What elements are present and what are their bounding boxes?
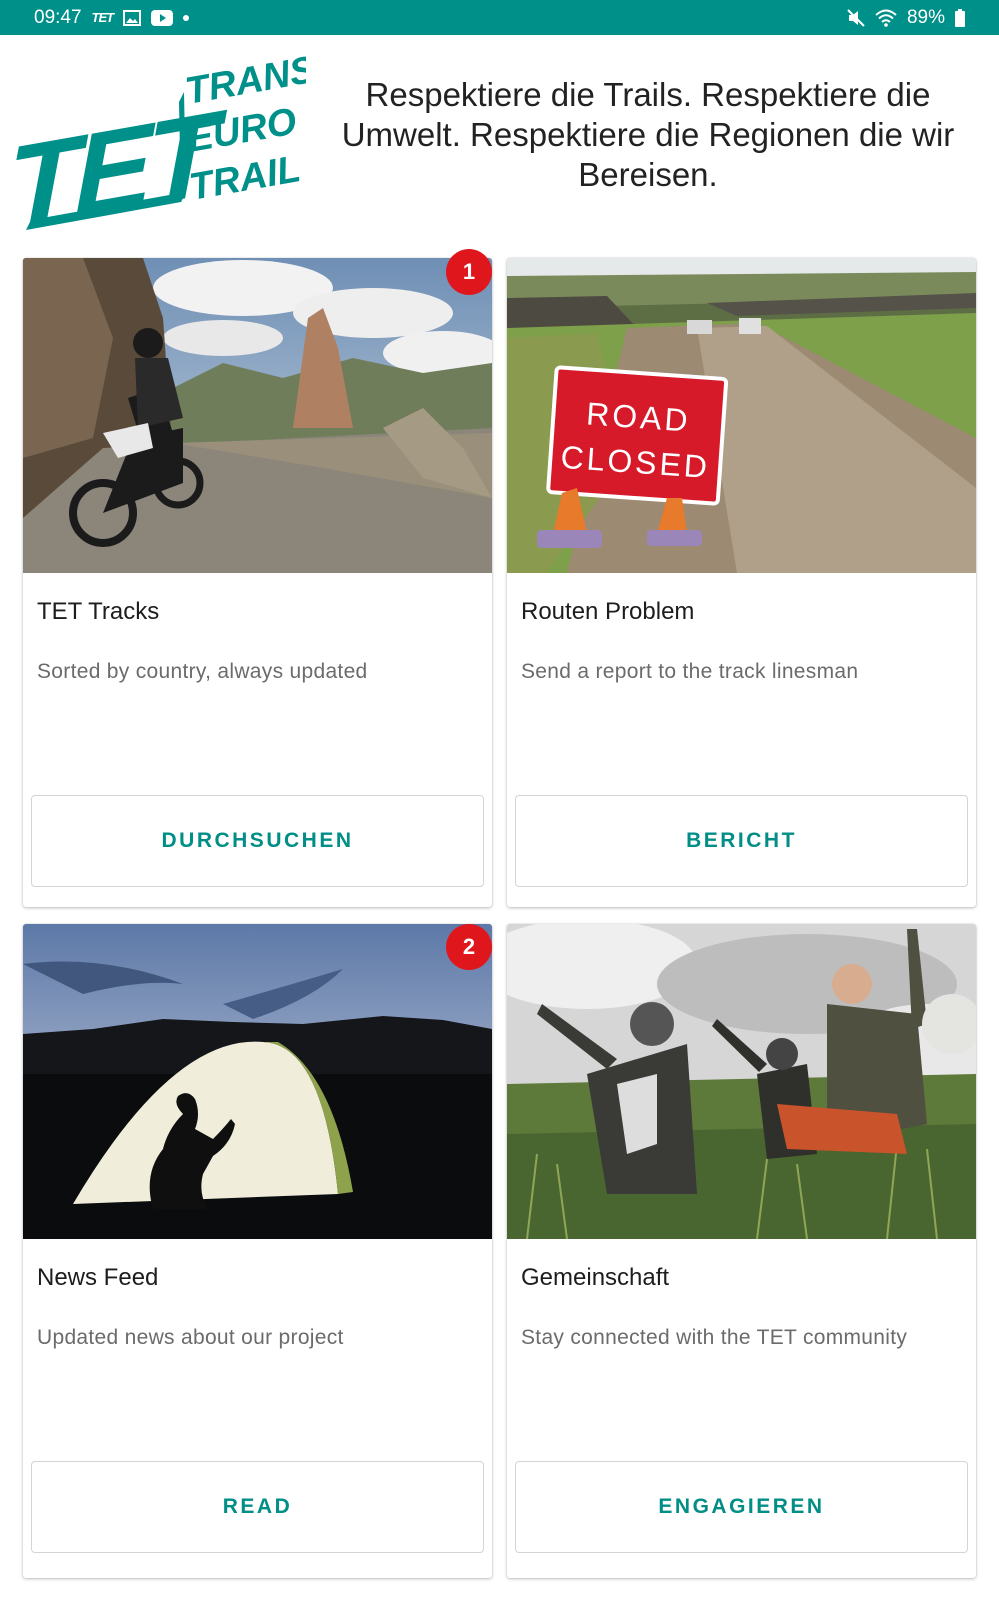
status-time: 09:47 [34, 6, 82, 28]
battery-icon [955, 8, 965, 27]
battery-level: 89% [906, 6, 945, 28]
notification-badge: 2 [446, 924, 492, 970]
card-image-tent [23, 924, 492, 1239]
image-icon [123, 9, 142, 26]
card-description: Updated news about our project [37, 1326, 344, 1349]
header: TET TRANS EURO TRAIL Respektiere die Tra… [0, 35, 999, 256]
youtube-icon [151, 9, 174, 26]
sign-line-1: ROAD [585, 395, 692, 438]
card-title: TET Tracks [37, 598, 160, 625]
tet-logo: TET TRANS EURO TRAIL [6, 49, 318, 256]
card-tet-tracks[interactable]: TET Tracks Sorted by country, always upd… [23, 258, 492, 907]
status-bar: 09:47 TET 89% [0, 0, 999, 35]
tagline: Respektiere die Trails. Respektiere die … [341, 76, 955, 193]
report-button[interactable]: BERICHT [515, 795, 968, 887]
card-routen-problem[interactable]: ROAD CLOSED Routen Problem Send a report… [507, 258, 976, 907]
notification-badge: 1 [446, 249, 492, 295]
card-gemeinschaft[interactable]: Gemeinschaft Stay connected with the TET… [507, 924, 976, 1578]
card-image-motorcycle-trail [23, 258, 492, 573]
card-news-feed[interactable]: News Feed Updated news about our project… [23, 924, 492, 1578]
notification-dot-icon [183, 14, 190, 21]
mute-icon [847, 8, 865, 27]
card-title: News Feed [37, 1264, 159, 1291]
card-description: Sorted by country, always updated [37, 660, 368, 683]
card-title: Routen Problem [521, 598, 695, 625]
card-description: Send a report to the track linesman [521, 660, 859, 683]
engage-button[interactable]: ENGAGIEREN [515, 1461, 968, 1553]
card-title: Gemeinschaft [521, 1264, 670, 1291]
tet-notification-icon: TET [91, 10, 115, 25]
browse-button[interactable]: DURCHSUCHEN [31, 795, 484, 887]
card-description: Stay connected with the TET community [521, 1326, 908, 1349]
card-image-riders [507, 924, 976, 1239]
status-right: 89% [847, 7, 965, 29]
wifi-icon [875, 9, 897, 27]
status-left: 09:47 TET [34, 6, 190, 29]
read-button[interactable]: READ [31, 1461, 484, 1553]
card-image-road-closed: ROAD CLOSED [507, 258, 976, 573]
